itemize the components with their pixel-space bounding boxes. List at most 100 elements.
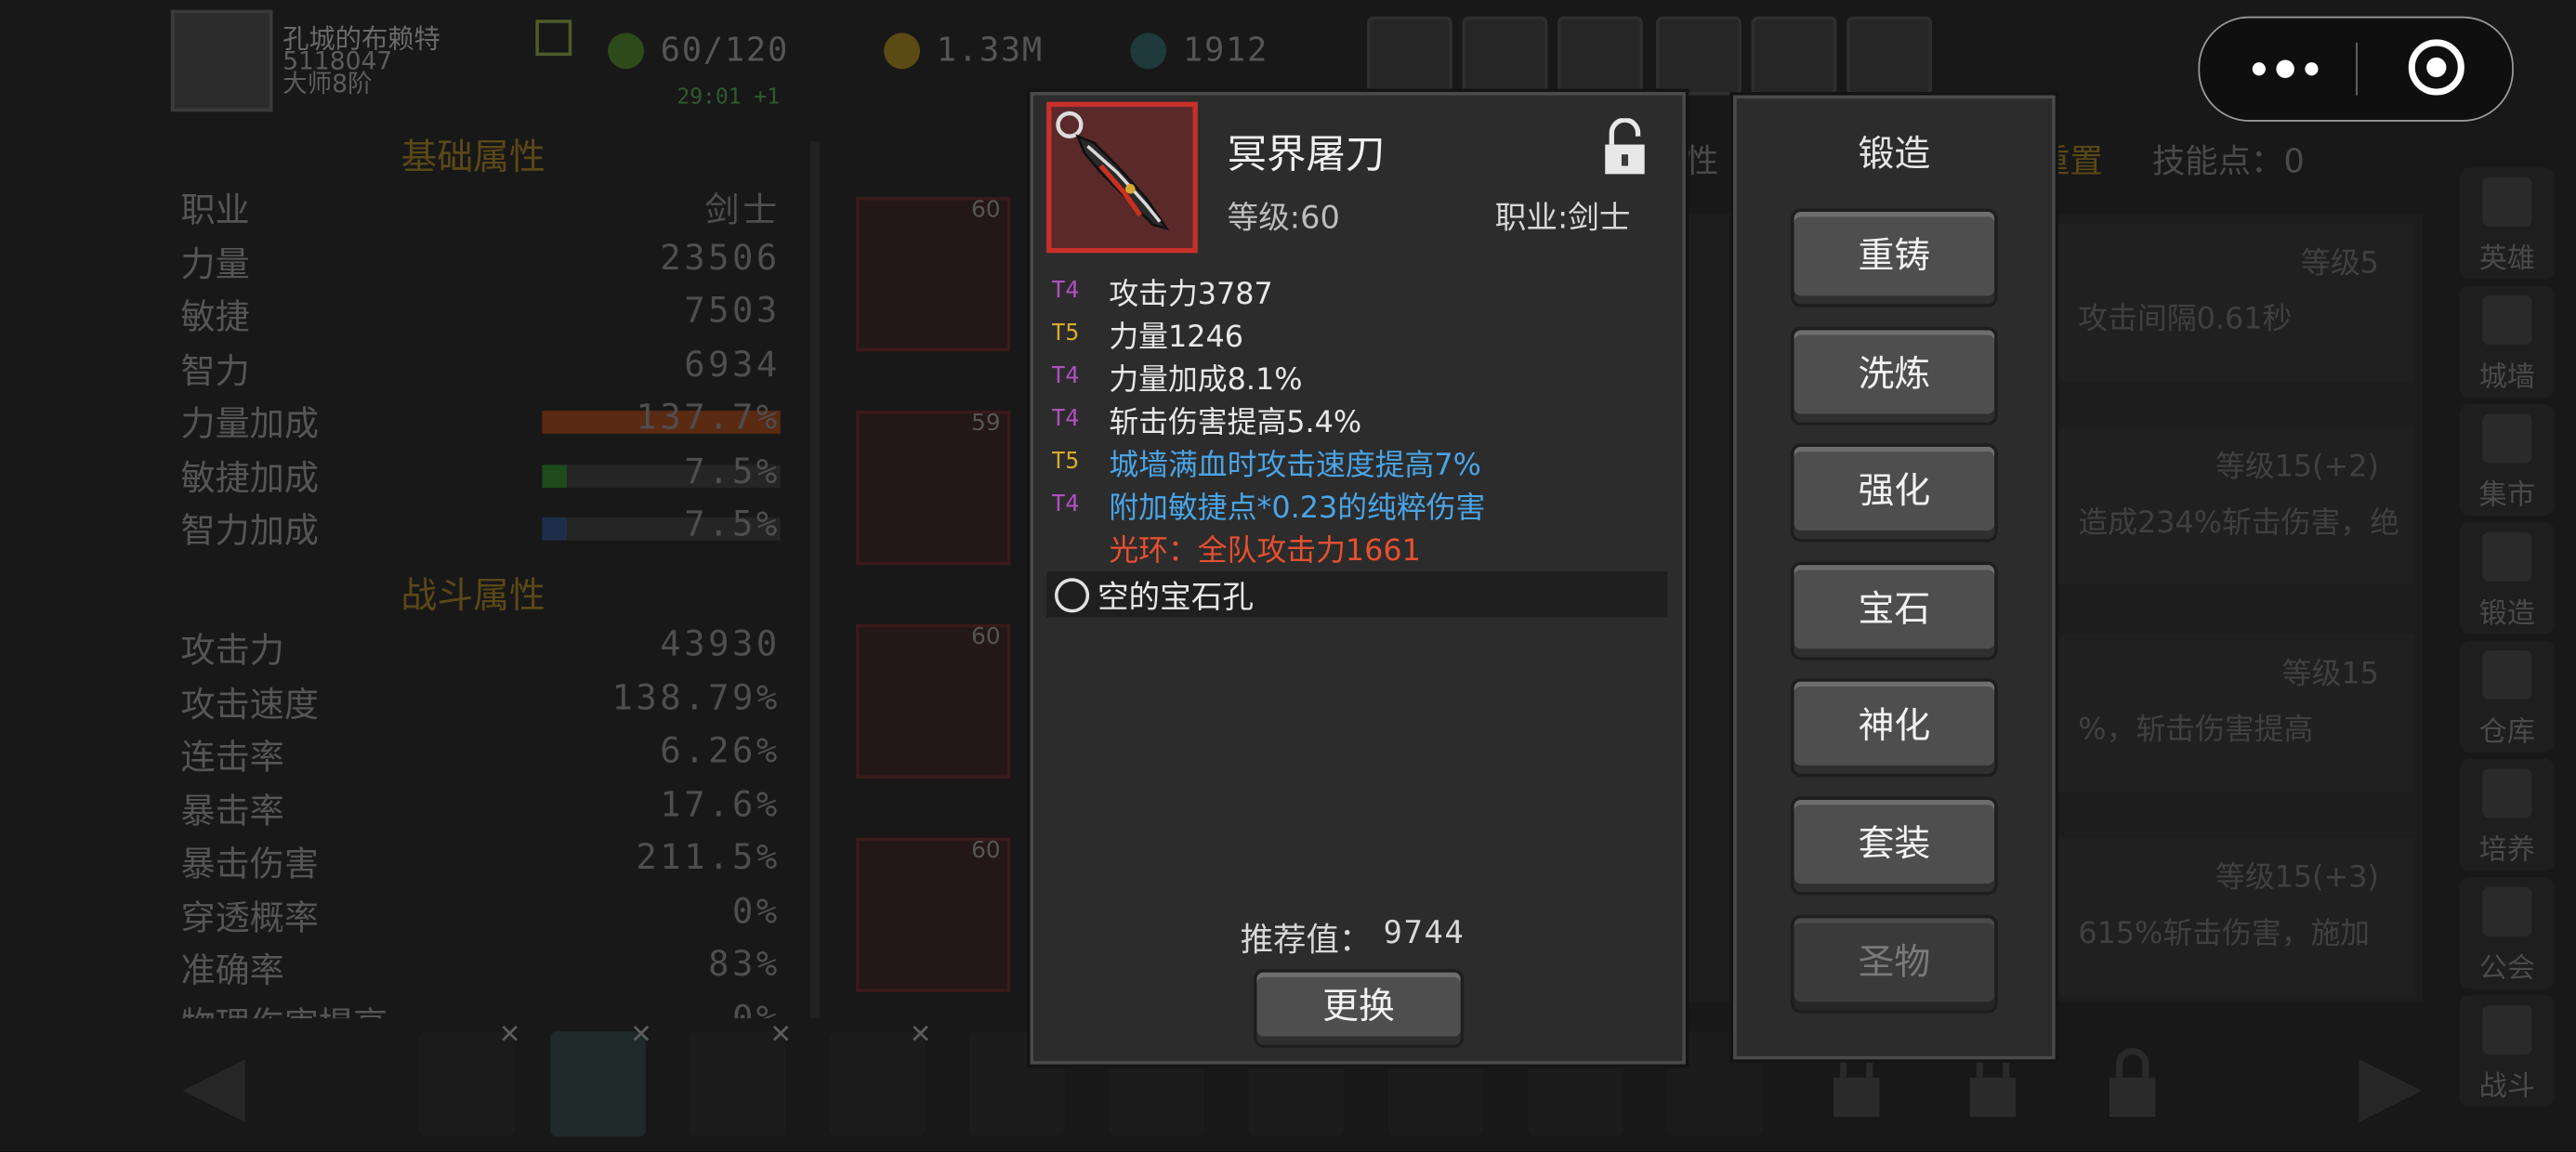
gem-value: 1912 [1182, 29, 1269, 70]
nav-item-label: 锻造 [2478, 597, 2535, 631]
affix-text: 攻击力3787 [1109, 277, 1273, 312]
gold-coin-icon [884, 33, 921, 70]
item-affix-row: 光环：全队攻击力1661 [1051, 527, 1659, 569]
skill-card[interactable]: 等级15(+3) 615%斩击伤害，施加 [2029, 837, 2415, 996]
forge-title: 锻造 [1858, 134, 1931, 177]
affix-text: 附加敏捷点*0.23的纯粹伤害 [1109, 491, 1486, 526]
combat-attribute-row: 物理伤害提高 0% [180, 998, 780, 1018]
skill-level: 等级5 [2301, 246, 2379, 281]
skill-points-label: 技能点：0 [2151, 141, 2305, 181]
attribute-value: 43930 [660, 623, 781, 664]
capsule-divider [2356, 42, 2358, 96]
attribute-value: 0% [731, 891, 781, 931]
equip-slot-1[interactable]: 60 [856, 197, 1011, 352]
gem-icon [1130, 33, 1167, 70]
affix-tier: T4 [1051, 405, 1080, 432]
forge-button[interactable]: 神化 [1791, 678, 1998, 778]
nav-item-label: 战斗 [2478, 1070, 2535, 1105]
nav-item-label: 集市 [2478, 479, 2535, 513]
side-nav-item[interactable]: 城墙 [2459, 285, 2556, 398]
hero-thumb[interactable]: ✕ [690, 1018, 792, 1137]
combat-attribute-row: 准确率 83% [180, 945, 780, 998]
skill-desc: 造成234%斩击伤害，绝 [2078, 505, 2399, 541]
side-nav-item[interactable]: 培养 [2459, 758, 2556, 871]
forge-button[interactable]: 套装 [1791, 796, 1998, 896]
nav-item-icon [2482, 531, 2532, 582]
item-class: 职业:剑士 [1494, 200, 1631, 237]
forge-button[interactable]: 洗炼 [1791, 326, 1998, 425]
hero-thumb[interactable]: ✕ [418, 1018, 520, 1137]
hero-thumb[interactable]: ✕ [550, 1018, 652, 1137]
recommend-value: 9744 [1383, 914, 1465, 951]
side-nav-item[interactable]: 英雄 [2459, 167, 2556, 280]
affix-text: 光环：全队攻击力1661 [1109, 533, 1421, 569]
empty-gem-socket-icon [1054, 578, 1090, 613]
affix-text: 斩击伤害提高5.4% [1109, 405, 1362, 440]
combat-attribute-row: 暴击率 17.6% [180, 784, 780, 837]
attribute-value: 138.79% [611, 677, 781, 717]
skill-card[interactable]: 等级5 攻击间隔0.61秒 [2029, 223, 2415, 382]
skill-desc: 615%斩击伤害，施加 [2078, 916, 2371, 951]
hero-thumb[interactable]: ✕ [829, 1018, 931, 1137]
more-dots-icon[interactable] [2246, 18, 2328, 120]
gem-socket-row[interactable]: 空的宝石孔 [1046, 571, 1668, 618]
equip-slot-level: 60 [971, 837, 1001, 864]
skill-card[interactable]: 等级15(+2) 造成234%斩击伤害，绝 [2029, 426, 2415, 585]
equip-slot-4[interactable]: 60 [856, 837, 1011, 992]
nav-item-icon [2482, 650, 2532, 700]
attribute-key: 准确率 [180, 950, 284, 991]
miniprogram-capsule [2198, 16, 2514, 122]
equip-slot-3[interactable]: 60 [856, 623, 1011, 779]
combat-attribute-row: 攻击速度 138.79% [180, 677, 780, 730]
side-nav-item[interactable]: 公会 [2459, 877, 2556, 989]
affix-text: 力量加成8.1% [1109, 362, 1303, 398]
gold-value: 1.33M [936, 29, 1045, 70]
next-arrow-icon[interactable]: ▶ [2341, 1035, 2439, 1133]
change-equipment-button[interactable]: 更换 [1253, 969, 1465, 1048]
item-affix-row: T5 力量1246 [1051, 314, 1659, 357]
forge-button[interactable]: 圣物 [1791, 914, 1998, 1014]
affix-text: 城墙满血时攻击速度提高7% [1109, 448, 1481, 483]
gem-socket-label: 空的宝石孔 [1097, 580, 1254, 616]
side-nav-item[interactable]: 仓库 [2459, 640, 2556, 753]
skill-desc: 攻击间隔0.61秒 [2078, 302, 2293, 337]
side-nav-item[interactable]: 集市 [2459, 403, 2556, 517]
mail-icon[interactable] [1462, 16, 1548, 96]
recommend-label: 推荐值： [1240, 920, 1373, 960]
item-affix-row: T5 城墙满血时攻击速度提高7% [1051, 442, 1659, 485]
wheel-icon[interactable] [1751, 16, 1837, 96]
shop-icon[interactable] [1366, 16, 1452, 96]
attribute-value: 83% [708, 944, 781, 984]
close-miniprogram-icon[interactable] [2407, 38, 2466, 98]
nav-item-icon [2482, 768, 2532, 818]
prev-arrow-icon[interactable]: ◀ [164, 1035, 263, 1133]
side-nav-item[interactable]: 锻造 [2459, 522, 2556, 635]
item-affix-row: T4 斩击伤害提高5.4% [1051, 399, 1659, 442]
attribute-key: 暴击率 [180, 791, 284, 831]
equip-slot-2[interactable]: 59 [856, 410, 1011, 566]
tab-attributes[interactable]: 性 [1686, 135, 1718, 188]
attribute-value: 0% [731, 997, 781, 1019]
affix-tier: T5 [1051, 448, 1080, 475]
skill-card[interactable]: 等级15 %，斩击伤害提高 [2029, 634, 2415, 792]
nav-item-icon [2482, 886, 2532, 936]
skill-desc: %，斩击伤害提高 [2078, 713, 2314, 748]
forge-button[interactable]: 强化 [1791, 443, 1998, 543]
attribute-key: 暴击伤害 [180, 844, 319, 884]
affix-tier: T4 [1051, 277, 1080, 305]
equip-slot-level: 60 [971, 623, 1001, 651]
forge-button[interactable]: 宝石 [1791, 561, 1998, 661]
event-icon[interactable] [1847, 16, 1933, 96]
skill-level: 等级15 [2281, 657, 2379, 692]
nav-item-label: 城墙 [2478, 360, 2535, 395]
gamepad-icon[interactable] [1557, 16, 1643, 96]
attributes-scrollbar[interactable] [809, 141, 821, 1019]
combat-attribute-row: 暴击伤害 211.5% [180, 838, 780, 891]
side-nav-item[interactable]: 战斗 [2459, 995, 2556, 1107]
equip-slot-level: 59 [971, 410, 1001, 438]
forge-button[interactable]: 重铸 [1791, 208, 1998, 308]
settings-gear-icon[interactable] [1656, 16, 1741, 96]
attribute-key: 连击率 [180, 737, 284, 778]
attribute-value: 6.26% [660, 730, 781, 771]
unlocked-padlock-icon[interactable] [1602, 118, 1649, 177]
